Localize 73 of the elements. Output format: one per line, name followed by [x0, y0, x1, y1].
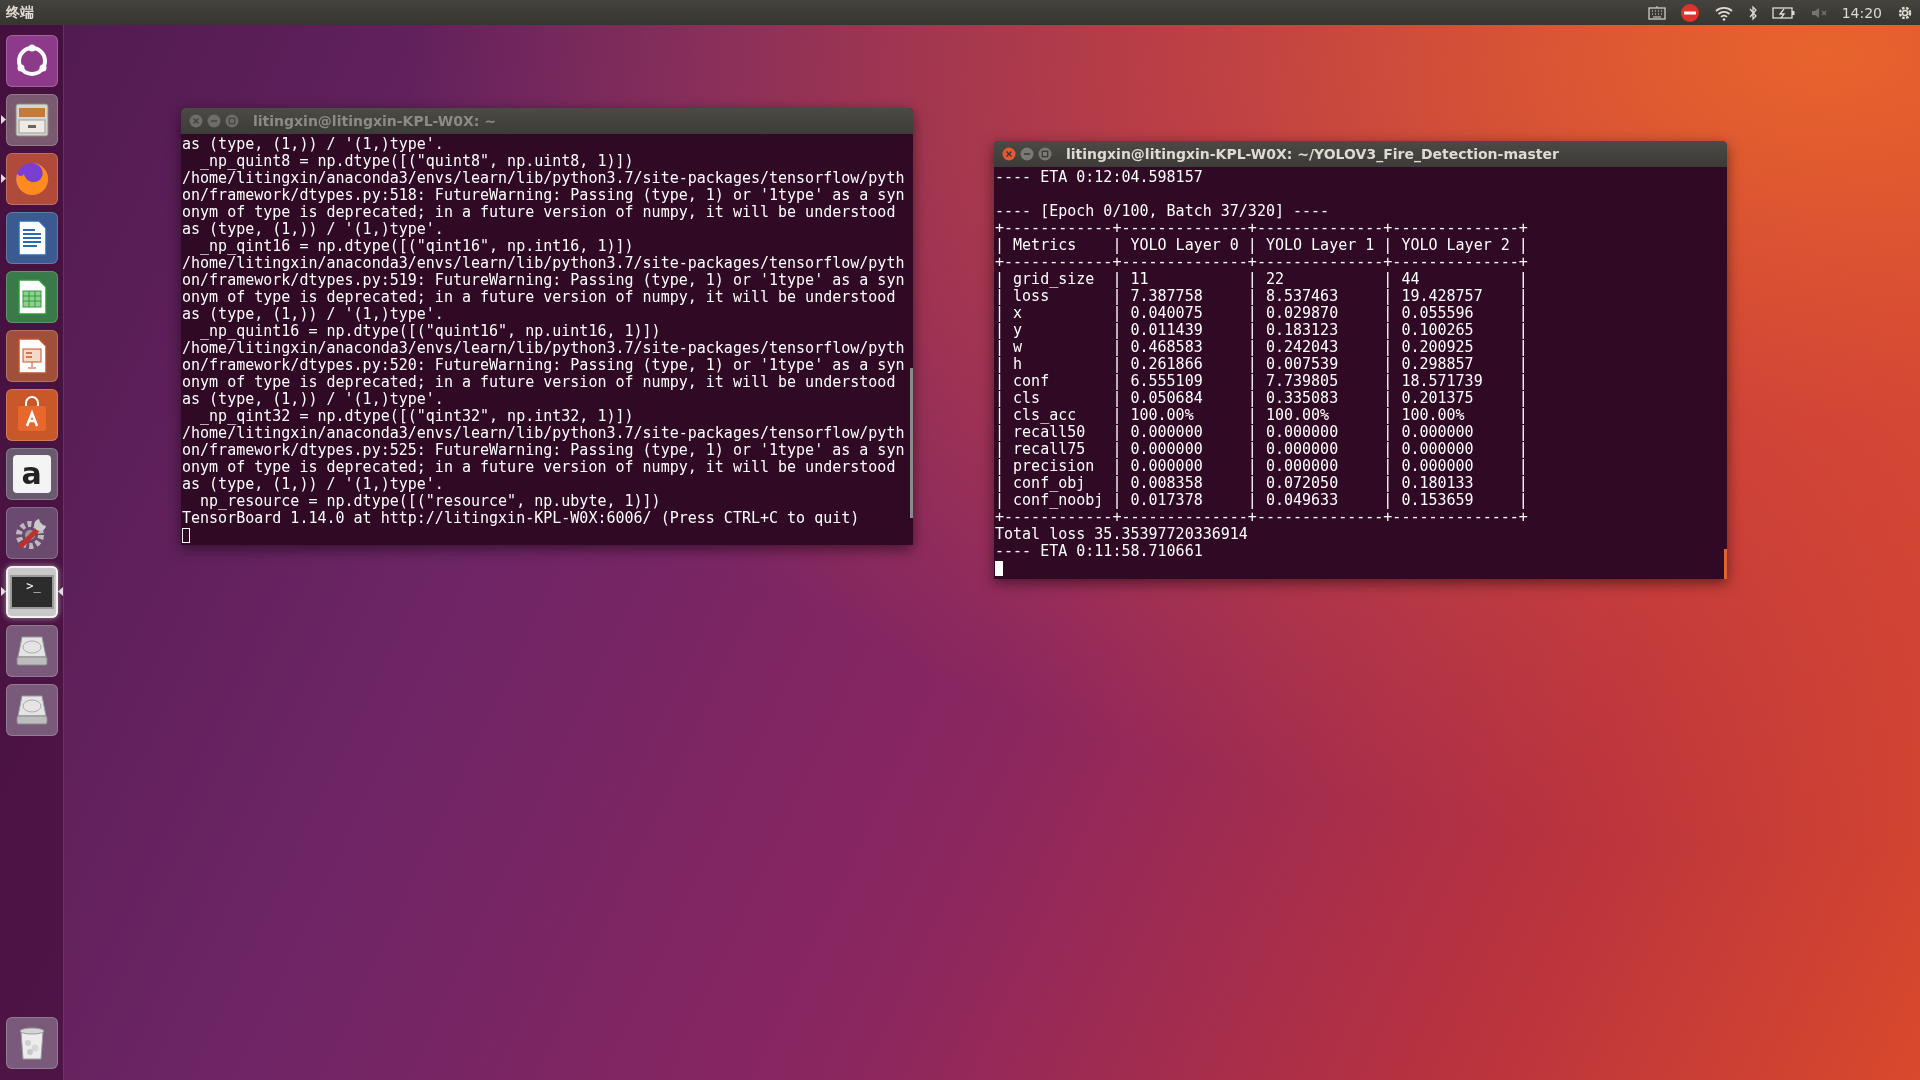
- terminal-line: | w | 0.468583 | 0.242043 | 0.200925 |: [995, 339, 1529, 356]
- keyboard-icon[interactable]: [1647, 5, 1666, 20]
- terminal-line: onym of type is deprecated; in a future version of numpy, it will be understood: [182, 374, 897, 391]
- scrollbar[interactable]: [910, 368, 913, 518]
- terminal-line: ---- ETA 0:12:04.598157: [995, 169, 1204, 186]
- terminal-line: | loss | 7.387758 | 8.537463 | 19.428757 |: [995, 288, 1529, 305]
- launcher-item[interactable]: [5, 34, 58, 87]
- terminal-line: _np_qint16 = np.dtype([("qint16", np.int16, 1)]): [199, 238, 635, 255]
- terminal-line: | cls | 0.050684 | 0.335083 | 0.201375 |: [995, 390, 1529, 407]
- maximize-button[interactable]: [1038, 147, 1052, 161]
- speaker-muted-icon[interactable]: [1809, 5, 1828, 20]
- terminal-line: | conf_obj | 0.008358 | 0.072050 | 0.180133 |: [995, 475, 1529, 492]
- clock-text[interactable]: 14:20: [1841, 4, 1882, 21]
- terminal-line: /home/litingxin/anaconda3/envs/learn/lib/python3.7/site-packages/tensorflow/pyth: [182, 255, 906, 272]
- launcher-item[interactable]: [5, 270, 58, 323]
- terminal-line: onym of type is deprecated; in a future version of numpy, it will be understood: [182, 204, 897, 221]
- terminal-line: on/framework/dtypes.py:519: FutureWarning: Passing (type, 1) or '1type' as a syn: [182, 272, 906, 289]
- terminal-line: ---- [Epoch 0/100, Batch 37/320] ----: [995, 203, 1331, 220]
- launcher-item[interactable]: [5, 624, 58, 677]
- launcher-item[interactable]: [5, 683, 58, 736]
- scrollbar[interactable]: [1724, 549, 1727, 579]
- terminal-line: | precision | 0.000000 | 0.000000 | 0.000000 |: [995, 458, 1529, 475]
- launcher-item[interactable]: [5, 388, 58, 441]
- terminal-line: +------------+--------------+--------------+--------------+: [995, 254, 1529, 271]
- terminal-line: _np_quint16 = np.dtype([("quint16", np.uint16, 1)]): [199, 323, 662, 340]
- terminal-line: | h | 0.261866 | 0.007539 | 0.298857 |: [995, 356, 1529, 373]
- terminal-line: /home/litingxin/anaconda3/envs/learn/lib/python3.7/site-packages/tensorflow/pyth: [182, 170, 906, 187]
- window-title: litingxin@litingxin-KPL-W0X: ~/YOLOV3_Fire_Detection-master: [1066, 146, 1559, 162]
- bluetooth-icon[interactable]: [1747, 4, 1758, 21]
- terminal-line: /home/litingxin/anaconda3/envs/learn/lib/python3.7/site-packages/tensorflow/pyth: [182, 425, 906, 442]
- terminal-line: | grid_size | 11 | 22 | 44 |: [995, 271, 1529, 288]
- terminal-line: on/framework/dtypes.py:520: FutureWarning: Passing (type, 1) or '1type' as a syn: [182, 357, 906, 374]
- terminal-line: as (type, (1,)) / '(1,)type'.: [182, 306, 445, 323]
- terminal-line: | Metrics | YOLO Layer 0 | YOLO Layer 1 | YOLO Layer 2 |: [995, 237, 1529, 254]
- terminal-line: as (type, (1,)) / '(1,)type'.: [182, 476, 445, 493]
- terminal-line: +------------+--------------+--------------+--------------+: [995, 220, 1529, 237]
- launcher-item[interactable]: [5, 329, 58, 382]
- no-entry-icon[interactable]: [1679, 2, 1700, 23]
- app-title: 终端: [6, 3, 34, 22]
- terminal-line: | recall50 | 0.000000 | 0.000000 | 0.000000 |: [995, 424, 1529, 441]
- terminal-line: Total loss 35.35397720336914: [995, 526, 1249, 543]
- terminal-line: TensorBoard 1.14.0 at http://litingxin-KPL-W0X:6006/ (Press CTRL+C to quit): [182, 510, 861, 527]
- terminal-line: | conf | 6.555109 | 7.739805 | 18.571739 |: [995, 373, 1529, 390]
- minimize-button[interactable]: [1020, 147, 1034, 161]
- terminal-line: _np_quint8 = np.dtype([("quint8", np.uint8, 1)]): [199, 153, 635, 170]
- terminal-line: onym of type is deprecated; in a future version of numpy, it will be understood: [182, 289, 897, 306]
- launcher-item[interactable]: [5, 211, 58, 264]
- battery-icon[interactable]: [1771, 5, 1796, 20]
- launcher-item[interactable]: >_: [5, 565, 58, 618]
- terminal-line: np_resource = np.dtype([("resource", np.ubyte, 1)]): [199, 493, 662, 510]
- terminal-line: as (type, (1,)) / '(1,)type'.: [182, 221, 445, 238]
- launcher-item[interactable]: a: [5, 447, 58, 500]
- close-button[interactable]: [1002, 147, 1016, 161]
- terminal-line: ---- ETA 0:11:58.710661: [995, 543, 1204, 560]
- launcher-item[interactable]: [5, 506, 58, 559]
- wifi-icon[interactable]: [1713, 4, 1734, 21]
- terminal-line: | x | 0.040075 | 0.029870 | 0.055596 |: [995, 305, 1529, 322]
- launcher-item[interactable]: [5, 1016, 58, 1069]
- terminal-line: /home/litingxin/anaconda3/envs/learn/lib/python3.7/site-packages/tensorflow/pyth: [182, 340, 906, 357]
- terminal-line: | conf_noobj | 0.017378 | 0.049633 | 0.153659 |: [995, 492, 1529, 509]
- launcher-item[interactable]: [5, 152, 58, 205]
- terminal-line: as (type, (1,)) / '(1,)type'.: [182, 136, 445, 153]
- launcher-item[interactable]: [5, 93, 58, 146]
- terminal-line: | cls_acc | 100.00% | 100.00% | 100.00% |: [995, 407, 1529, 424]
- terminal-line: | recall75 | 0.000000 | 0.000000 | 0.000000 |: [995, 441, 1529, 458]
- terminal-line: as (type, (1,)) / '(1,)type'.: [182, 391, 445, 408]
- terminal-line: on/framework/dtypes.py:525: FutureWarning: Passing (type, 1) or '1type' as a syn: [182, 442, 906, 459]
- terminal-line: on/framework/dtypes.py:518: FutureWarning: Passing (type, 1) or '1type' as a syn: [182, 187, 906, 204]
- terminal-line: | y | 0.011439 | 0.183123 | 0.100265 |: [995, 322, 1529, 339]
- terminal-line: onym of type is deprecated; in a future version of numpy, it will be understood: [182, 459, 897, 476]
- terminal-line: +------------+--------------+--------------+--------------+: [995, 509, 1529, 526]
- window-title: litingxin@litingxin-KPL-W0X: ~: [253, 113, 496, 129]
- terminal-line: _np_qint32 = np.dtype([("qint32", np.int32, 1)]): [199, 408, 635, 425]
